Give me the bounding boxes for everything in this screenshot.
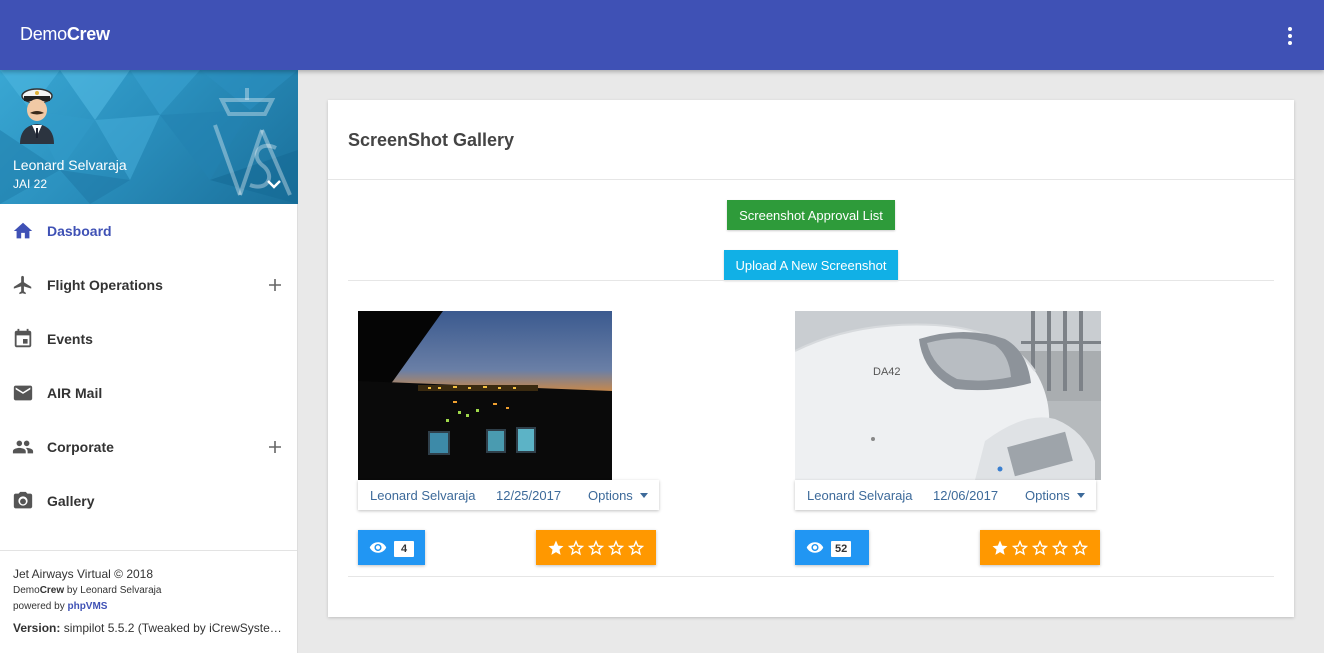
- view-count-badge: 4: [394, 541, 414, 557]
- version-text: Version: simpilot 5.5.2 (Tweaked by iCre…: [13, 621, 283, 635]
- aircraft-marking: DA42: [873, 366, 901, 378]
- divider: [328, 179, 1294, 180]
- eye-icon: [806, 542, 824, 553]
- profile-header: Leonard Selvaraja JAI 22: [0, 70, 298, 204]
- aircraft-image: DA42: [795, 311, 1101, 480]
- rating-stars: [536, 530, 656, 565]
- screenshot-thumbnail[interactable]: DA42: [795, 311, 1101, 480]
- star-outline-icon[interactable]: [1031, 539, 1049, 557]
- star-outline-icon[interactable]: [1011, 539, 1029, 557]
- airplane-icon: [13, 275, 32, 295]
- star-outline-icon[interactable]: [607, 539, 625, 557]
- more-vert-icon[interactable]: [1280, 26, 1300, 46]
- plus-icon[interactable]: [268, 440, 282, 454]
- top-app-bar: DemoCrew: [0, 0, 1324, 70]
- version-label: Version:: [13, 621, 61, 635]
- sidebar-item-gallery[interactable]: Gallery: [0, 474, 297, 528]
- sidebar-footer: Jet Airways Virtual © 2018 DemoCrew by L…: [0, 550, 297, 635]
- star-filled-icon[interactable]: [991, 539, 1009, 557]
- caret-down-icon: [1077, 493, 1085, 498]
- screenshot-date: 12/06/2017: [933, 488, 999, 503]
- sidebar-item-corporate[interactable]: Corporate: [0, 420, 297, 474]
- brand-bold-text: Crew: [66, 24, 110, 44]
- screenshot-author-link[interactable]: Leonard Selvaraja: [370, 488, 476, 503]
- screenshot-approval-list-button[interactable]: Screenshot Approval List: [727, 200, 895, 230]
- home-icon: [13, 222, 33, 239]
- options-dropdown[interactable]: Options: [588, 488, 633, 503]
- divider: [348, 576, 1274, 577]
- sidebar-item-flight-operations[interactable]: Flight Operations: [0, 258, 297, 312]
- cockpit-image: [358, 311, 612, 480]
- star-outline-icon[interactable]: [1071, 539, 1089, 557]
- sidebar-item-label: Events: [47, 331, 93, 347]
- sidebar: Leonard Selvaraja JAI 22 Dasboard Flight…: [0, 70, 298, 653]
- screenshot-date: 12/25/2017: [496, 488, 562, 503]
- plus-icon[interactable]: [268, 278, 282, 292]
- sidebar-item-label: Corporate: [47, 439, 114, 455]
- people-icon: [12, 440, 34, 454]
- sidebar-item-label: Gallery: [47, 493, 95, 509]
- screenshot-meta-bar: Leonard Selvaraja 12/25/2017 Options: [358, 480, 659, 510]
- copyright-text: Jet Airways Virtual © 2018: [13, 567, 154, 581]
- sidebar-item-label: Dasboard: [47, 223, 112, 239]
- sidebar-item-label: AIR Mail: [47, 385, 103, 401]
- phpvms-link[interactable]: phpVMS: [67, 601, 107, 612]
- profile-name: Leonard Selvaraja: [13, 157, 127, 173]
- profile-id: JAI 22: [13, 177, 48, 191]
- calendar-icon: [14, 328, 32, 348]
- options-dropdown[interactable]: Options: [1025, 488, 1070, 503]
- sidebar-nav: Dasboard Flight Operations Events AIR Ma…: [0, 204, 297, 528]
- gallery-card: ScreenShot Gallery Screenshot Approval L…: [328, 100, 1294, 617]
- screenshot-author-link[interactable]: Leonard Selvaraja: [807, 488, 913, 503]
- eye-icon: [369, 542, 387, 553]
- screenshot-thumbnail[interactable]: [358, 311, 612, 480]
- caret-down-icon: [640, 493, 648, 498]
- sidebar-item-events[interactable]: Events: [0, 312, 297, 366]
- star-outline-icon[interactable]: [567, 539, 585, 557]
- page-title: ScreenShot Gallery: [348, 130, 515, 150]
- credit-light: Demo: [13, 585, 40, 596]
- brand-light-text: Demo: [20, 24, 67, 44]
- powered-by-text: powered by phpVMS: [13, 601, 284, 613]
- credit-rest: by Leonard Selvaraja: [64, 585, 162, 596]
- powered-prefix: powered by: [13, 601, 68, 612]
- views-button[interactable]: 52: [795, 530, 869, 565]
- mail-icon: [13, 385, 33, 401]
- rating-stars: [980, 530, 1100, 565]
- star-outline-icon[interactable]: [1051, 539, 1069, 557]
- sidebar-item-air-mail[interactable]: AIR Mail: [0, 366, 297, 420]
- divider: [348, 280, 1274, 281]
- chevron-down-icon[interactable]: [266, 178, 282, 190]
- credit-bold: Crew: [39, 585, 65, 596]
- sidebar-item-label: Flight Operations: [47, 277, 163, 293]
- avatar[interactable]: [14, 80, 60, 144]
- version-value: simpilot 5.5.2 (Tweaked by iCrewSystems): [60, 621, 283, 635]
- star-outline-icon[interactable]: [627, 539, 645, 557]
- sidebar-item-dashboard[interactable]: Dasboard: [0, 204, 297, 258]
- views-button[interactable]: 4: [358, 530, 425, 565]
- star-filled-icon[interactable]: [547, 539, 565, 557]
- screenshot-meta-bar: Leonard Selvaraja 12/06/2017 Options: [795, 480, 1096, 510]
- camera-icon: [13, 491, 33, 509]
- credit-text: DemoCrew by Leonard Selvaraja: [13, 585, 284, 597]
- upload-screenshot-button[interactable]: Upload A New Screenshot: [724, 250, 898, 280]
- view-count-badge: 52: [831, 541, 852, 557]
- brand-logo[interactable]: DemoCrew: [20, 24, 110, 45]
- star-outline-icon[interactable]: [587, 539, 605, 557]
